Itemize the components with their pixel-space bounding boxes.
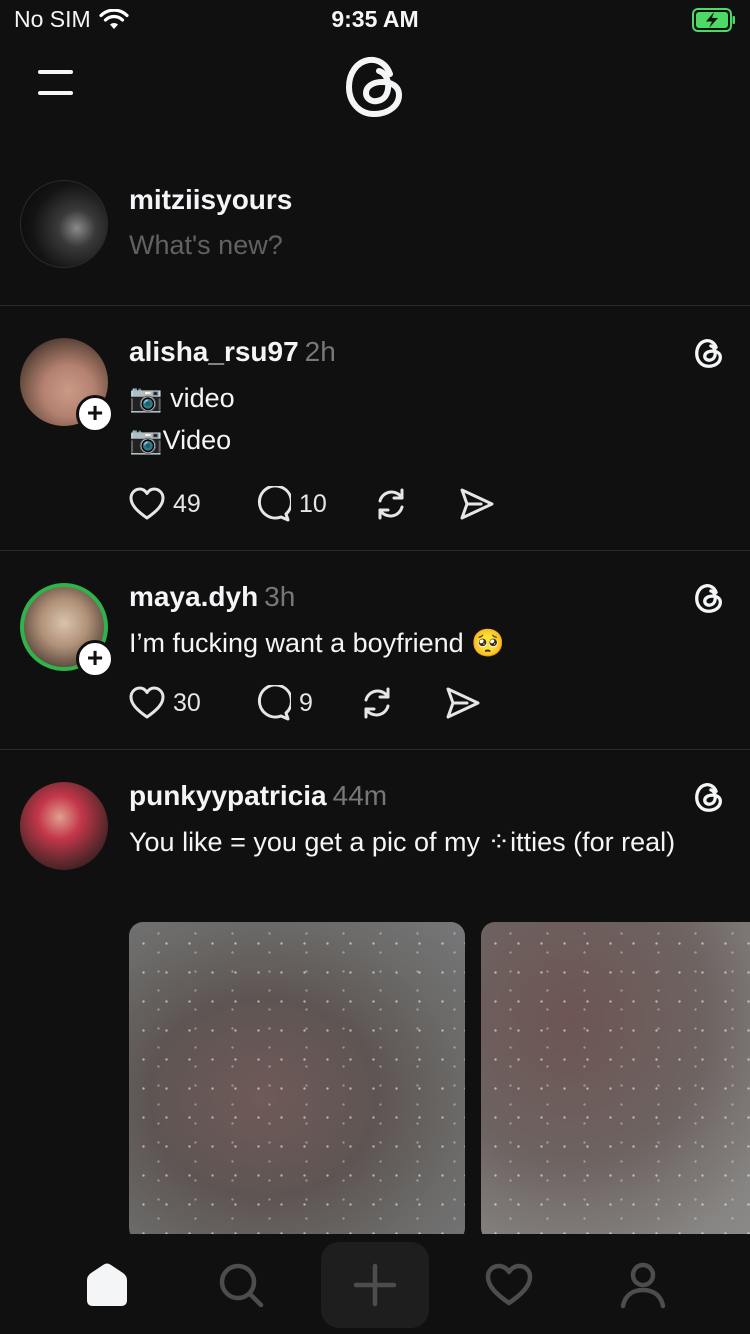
repost-icon xyxy=(378,488,404,520)
status-bar: No SIM 9:35 AM xyxy=(0,0,750,42)
threads-icon xyxy=(695,339,722,368)
post-time: 2h xyxy=(304,336,336,367)
app-header xyxy=(0,42,750,142)
post-username[interactable]: maya.dyh xyxy=(129,581,258,612)
compose-input[interactable]: What's new? xyxy=(129,230,283,261)
post-card[interactable]: + alisha_rsu97 2h 📷 video 📷Video 49 10 xyxy=(0,306,750,551)
post-header: maya.dyh 3h xyxy=(129,581,295,613)
post-username[interactable]: alisha_rsu97 xyxy=(129,336,299,367)
post-text: I’m fucking want a boyfriend 🥺 xyxy=(129,622,709,664)
share-button[interactable] xyxy=(459,486,495,522)
share-button[interactable] xyxy=(445,685,481,721)
send-icon xyxy=(446,687,480,719)
tab-profile[interactable] xyxy=(608,1250,678,1320)
search-icon xyxy=(219,1263,264,1308)
threads-icon xyxy=(695,783,722,812)
home-icon xyxy=(87,1263,127,1306)
post-media-carousel[interactable] xyxy=(129,922,750,1234)
menu-icon-bar xyxy=(38,91,73,95)
battery-charging-icon xyxy=(692,8,735,32)
menu-button[interactable] xyxy=(36,68,76,100)
tab-search[interactable] xyxy=(206,1250,276,1320)
post-card[interactable]: + maya.dyh 3h I’m fucking want a boyfrien… xyxy=(0,551,750,750)
avatar[interactable] xyxy=(20,180,108,268)
post-line: You like = you get a pic of my ⁘itties (… xyxy=(129,827,676,857)
photo-blur-overlay xyxy=(129,922,465,1234)
like-count: 49 xyxy=(173,489,201,518)
tab-create[interactable] xyxy=(321,1242,429,1328)
post-header: punkyypatricia 44m xyxy=(129,780,387,812)
post-line: 📷 video xyxy=(129,383,235,413)
threads-icon xyxy=(695,584,722,613)
reply-count: 9 xyxy=(299,688,313,717)
tab-home[interactable] xyxy=(72,1250,142,1320)
profile-icon xyxy=(620,1262,666,1309)
post-photo[interactable] xyxy=(129,922,465,1234)
post-line: 📷Video xyxy=(129,425,232,455)
post-line: I’m fucking want a boyfriend 🥺 xyxy=(129,628,505,658)
post-photo[interactable] xyxy=(481,922,750,1234)
send-icon xyxy=(460,488,494,520)
activity-heart-icon xyxy=(485,1263,533,1306)
reply-button[interactable]: 10 xyxy=(255,486,373,522)
comment-icon xyxy=(257,486,291,522)
tab-bar xyxy=(0,1234,750,1334)
clock: 9:35 AM xyxy=(331,6,419,32)
like-count: 30 xyxy=(173,688,201,717)
like-button[interactable]: 30 xyxy=(129,686,255,720)
comment-icon xyxy=(257,685,291,721)
menu-icon xyxy=(38,70,73,74)
tab-activity[interactable] xyxy=(474,1250,544,1320)
follow-plus-button[interactable]: + xyxy=(76,640,114,678)
repost-icon xyxy=(364,687,390,719)
post-actions: 30 9 xyxy=(129,683,481,723)
post-time: 44m xyxy=(332,780,388,811)
composer-username: mitziisyours xyxy=(129,184,293,215)
threads-logo[interactable] xyxy=(339,50,411,122)
post-text: 📷 video 📷Video xyxy=(129,377,709,461)
heart-icon xyxy=(129,487,165,520)
reply-button[interactable]: 9 xyxy=(255,685,359,721)
heart-icon xyxy=(129,686,165,719)
create-icon xyxy=(353,1263,397,1307)
post-username[interactable]: punkyypatricia xyxy=(129,780,327,811)
avatar[interactable] xyxy=(20,782,108,870)
post-actions: 49 10 xyxy=(129,484,495,524)
repost-button[interactable] xyxy=(373,486,459,522)
post-header: alisha_rsu97 2h xyxy=(129,336,336,368)
post-time: 3h xyxy=(264,581,296,612)
repost-button[interactable] xyxy=(359,685,445,721)
photo-blur-overlay xyxy=(481,922,750,1234)
follow-plus-button[interactable]: + xyxy=(76,395,114,433)
composer[interactable]: mitziisyours What's new? xyxy=(0,170,750,306)
like-button[interactable]: 49 xyxy=(129,487,255,521)
reply-count: 10 xyxy=(299,489,327,518)
post-text: You like = you get a pic of my ⁘itties (… xyxy=(129,821,709,863)
